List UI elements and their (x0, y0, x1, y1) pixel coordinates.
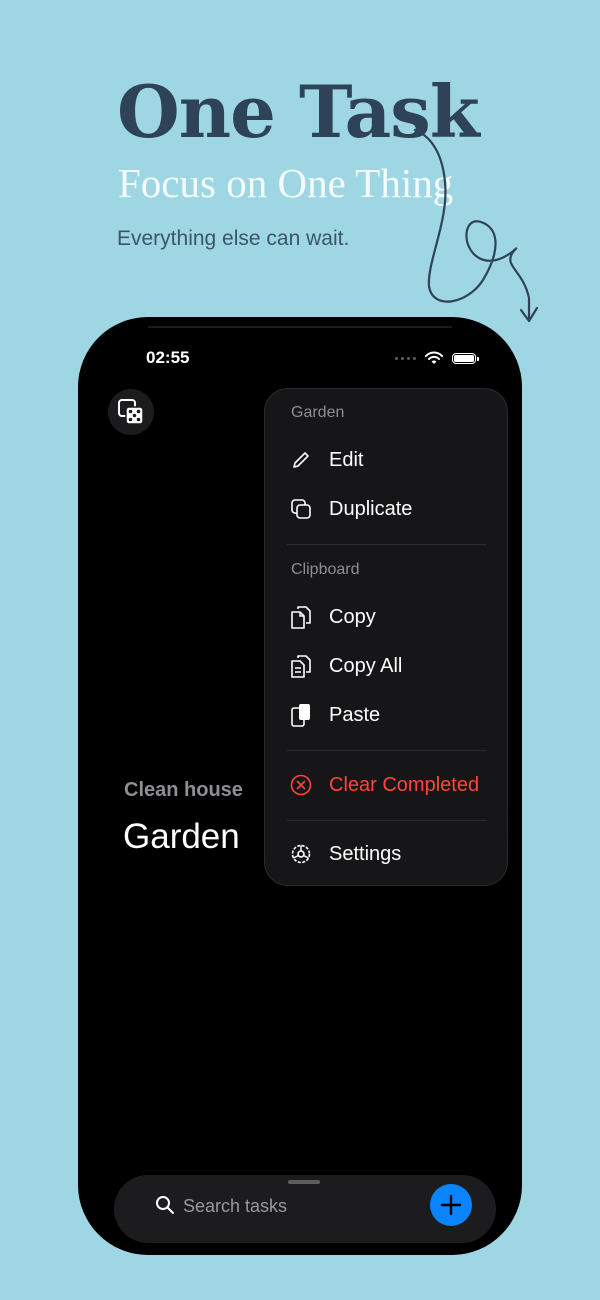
menu-item-label: Settings (329, 842, 402, 865)
status-icons (395, 350, 479, 366)
search-input[interactable]: Search tasks (183, 1194, 287, 1218)
search-bar[interactable]: Search tasks (114, 1175, 496, 1243)
search-icon (155, 1195, 175, 1220)
menu-item-copy[interactable]: Copy (289, 602, 376, 632)
context-menu: Garden Edit Duplicate Clipboard Copy Cop… (264, 388, 508, 886)
clear-icon (289, 773, 313, 797)
dice-icon (118, 399, 144, 425)
wifi-icon (425, 351, 443, 364)
current-task-title[interactable]: Garden (123, 815, 240, 859)
status-time: 02:55 (146, 348, 190, 367)
menu-item-label: Clear Completed (329, 773, 480, 796)
menu-item-clear-completed[interactable]: Clear Completed (289, 770, 479, 800)
hero-subtitle: Focus on One Thing (118, 160, 454, 206)
menu-item-label: Paste (329, 703, 381, 726)
menu-item-label: Duplicate (329, 497, 413, 520)
copy-icon (289, 605, 313, 629)
menu-item-label: Edit (329, 448, 364, 471)
menu-divider (287, 820, 487, 821)
random-task-button[interactable] (108, 389, 154, 435)
menu-item-paste[interactable]: Paste (289, 700, 380, 730)
menu-divider (287, 750, 487, 751)
add-task-button[interactable] (430, 1184, 472, 1226)
duplicate-icon (289, 497, 313, 521)
pencil-icon (289, 448, 313, 472)
menu-divider (287, 544, 487, 545)
copy-all-icon (289, 654, 313, 678)
decorative-swirl-arrow (413, 128, 539, 323)
hero-tagline: Everything else can wait. (117, 227, 350, 250)
gear-icon (289, 842, 313, 866)
plus-icon (440, 1194, 462, 1216)
battery-icon (452, 352, 479, 364)
menu-item-edit[interactable]: Edit (289, 445, 363, 475)
menu-item-copy-all[interactable]: Copy All (289, 651, 402, 681)
phone-frame: 02:55 Clean house Garden Garden Edit Dup… (78, 317, 522, 1255)
menu-item-label: Copy All (329, 654, 403, 677)
menu-item-duplicate[interactable]: Duplicate (289, 494, 412, 524)
menu-item-settings[interactable]: Settings (289, 839, 401, 869)
menu-item-label: Copy (329, 605, 376, 628)
paste-icon (289, 703, 313, 727)
sheet-grabber[interactable] (288, 1180, 320, 1184)
menu-section-title-garden: Garden (291, 404, 345, 421)
signal-icon (395, 356, 416, 360)
menu-section-title-clipboard: Clipboard (291, 561, 360, 578)
task-parent-label: Clean house (124, 779, 243, 801)
phone-top-edge (148, 326, 452, 328)
